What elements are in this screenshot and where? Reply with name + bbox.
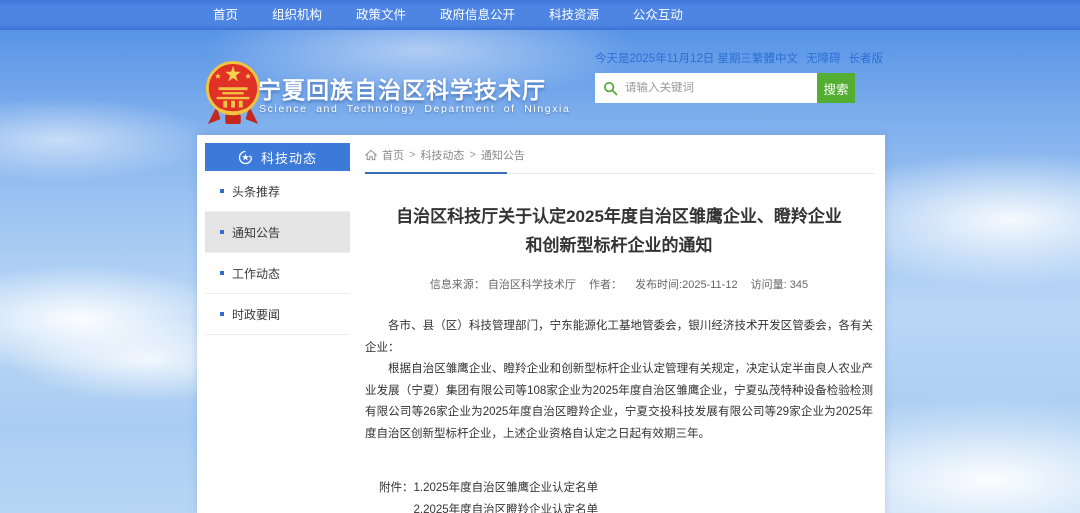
breadcrumb-tech-news[interactable]: 科技动态 xyxy=(420,147,464,163)
sidebar: 科技动态 头条推荐 通知公告 工作动态 时政要闻 xyxy=(205,143,350,335)
sidebar-item-label: 头条推荐 xyxy=(232,183,280,200)
breadcrumb-notices[interactable]: 通知公告 xyxy=(481,147,525,163)
quick-links: 繁體中文 无障碍 长者版 xyxy=(752,50,883,66)
top-nav-bar: 首页 组织机构 政策文件 政府信息公开 科技资源 公众互动 xyxy=(0,0,1080,30)
attachments-block: 附件： 1.2025年度自治区雏鹰企业认定名单 2.2025年度自治区瞪羚企业认… xyxy=(379,478,873,513)
sidebar-item-current-politics[interactable]: 时政要闻 xyxy=(205,294,350,335)
sidebar-title: 科技动态 xyxy=(261,148,317,167)
search-button[interactable]: 搜索 xyxy=(817,73,855,103)
nav-item-home[interactable]: 首页 xyxy=(213,0,238,30)
page: 首页 组织机构 政策文件 政府信息公开 科技资源 公众互动 宁夏回族自治区科学技… xyxy=(0,0,1080,513)
star-circle-icon xyxy=(238,150,253,165)
breadcrumb-separator: > xyxy=(409,149,415,161)
article-body: 各市、县（区）科技管理部门，宁东能源化工基地管委会，银川经济技术开发区管委会，各… xyxy=(365,316,873,445)
bullet-icon xyxy=(220,189,224,193)
nav-item-tech-resources[interactable]: 科技资源 xyxy=(549,0,599,30)
sidebar-item-headlines[interactable]: 头条推荐 xyxy=(205,171,350,212)
national-emblem-logo xyxy=(204,58,262,130)
attachments-label: 附件： xyxy=(379,478,414,513)
article-paragraph: 各市、县（区）科技管理部门，宁东能源化工基地管委会，银川经济技术开发区管委会，各… xyxy=(365,316,873,359)
current-date-text: 今天是2025年11月12日 星期三 xyxy=(595,50,752,66)
article-title: 自治区科技厅关于认定2025年度自治区雏鹰企业、瞪羚企业和创新型标杆企业的通知 xyxy=(365,202,873,260)
link-elder-version[interactable]: 长者版 xyxy=(849,50,884,66)
nav-item-organization[interactable]: 组织机构 xyxy=(272,0,322,30)
search-box xyxy=(595,73,817,103)
sidebar-item-label: 时政要闻 xyxy=(232,306,280,323)
breadcrumb-separator: > xyxy=(469,149,475,161)
sidebar-header: 科技动态 xyxy=(205,143,350,171)
header-date-row: 今天是2025年11月12日 星期三 繁體中文 无障碍 长者版 xyxy=(595,50,855,66)
main-content: 首页 > 科技动态 > 通知公告 自治区科技厅关于认定2025年度自治区雏鹰企业… xyxy=(365,147,873,513)
sidebar-item-notices[interactable]: 通知公告 xyxy=(205,212,350,253)
content-card: 科技动态 头条推荐 通知公告 工作动态 时政要闻 xyxy=(197,135,885,513)
attachment-link-1[interactable]: 1.2025年度自治区雏鹰企业认定名单 xyxy=(414,478,633,500)
site-title: 宁夏回族自治区科学技术厅 xyxy=(258,71,546,105)
sidebar-item-label: 通知公告 xyxy=(232,224,280,241)
search-icon xyxy=(603,81,618,96)
meta-author: 作者： xyxy=(589,279,622,291)
meta-source: 信息来源： 自治区科学技术厅 xyxy=(430,279,576,291)
link-traditional-chinese[interactable]: 繁體中文 xyxy=(752,50,798,66)
home-icon xyxy=(365,149,377,161)
article-paragraph: 根据自治区雏鹰企业、瞪羚企业和创新型标杆企业认定管理有关规定，决定认定半亩良人农… xyxy=(365,359,873,445)
bullet-icon xyxy=(220,271,224,275)
nav-item-policy[interactable]: 政策文件 xyxy=(356,0,406,30)
nav-item-public-interaction[interactable]: 公众互动 xyxy=(633,0,683,30)
top-nav-items: 首页 组织机构 政策文件 政府信息公开 科技资源 公众互动 xyxy=(213,0,683,30)
search-bar: 搜索 xyxy=(595,73,855,103)
nav-item-gov-info[interactable]: 政府信息公开 xyxy=(440,0,515,30)
bullet-icon xyxy=(220,312,224,316)
attachments-list: 1.2025年度自治区雏鹰企业认定名单 2.2025年度自治区瞪羚企业认定名单 … xyxy=(414,478,633,513)
meta-publish-time: 发布时间:2025-11-12 xyxy=(635,279,738,291)
attachment-link-2[interactable]: 2.2025年度自治区瞪羚企业认定名单 xyxy=(414,500,633,513)
meta-views: 访问量: 345 xyxy=(751,279,808,291)
link-accessibility[interactable]: 无障碍 xyxy=(806,50,841,66)
breadcrumb-home[interactable]: 首页 xyxy=(382,147,404,163)
search-input[interactable] xyxy=(625,82,795,94)
site-subtitle: Science and Technology Department of Nin… xyxy=(259,103,570,115)
sidebar-item-label: 工作动态 xyxy=(232,265,280,282)
article-meta: 信息来源： 自治区科学技术厅 作者： 发布时间:2025-11-12 访问量: … xyxy=(365,276,873,292)
breadcrumb: 首页 > 科技动态 > 通知公告 xyxy=(365,147,873,163)
sidebar-item-work-updates[interactable]: 工作动态 xyxy=(205,253,350,294)
breadcrumb-divider xyxy=(365,172,873,174)
bullet-icon xyxy=(220,230,224,234)
